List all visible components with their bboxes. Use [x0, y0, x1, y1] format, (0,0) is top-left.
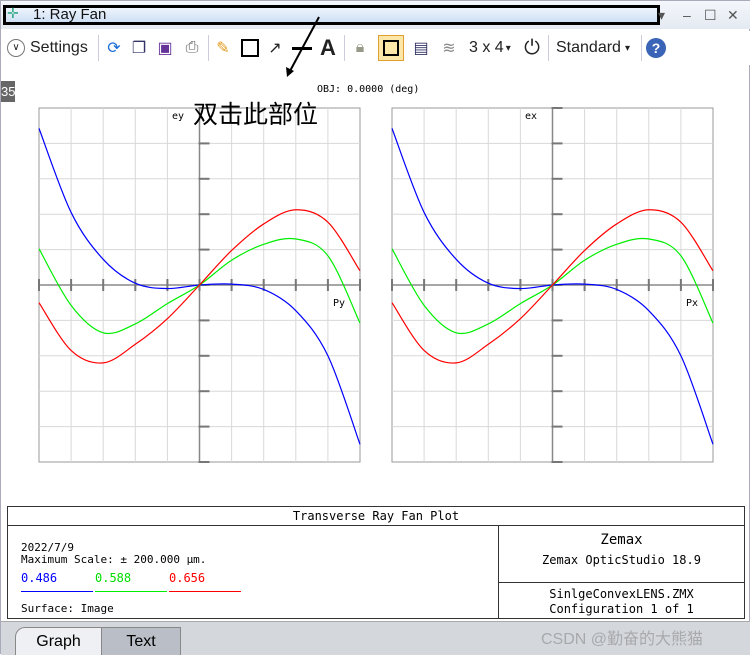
- wavelength-3: 0.656: [169, 571, 241, 592]
- annotation-arrow: [286, 16, 320, 77]
- wavelength-2: 0.588: [95, 571, 167, 592]
- max-scale: Maximum Scale: ± 200.000 µm.: [21, 553, 207, 566]
- ey-axis-label: ey: [172, 111, 185, 122]
- px-axis-label: Px: [686, 298, 699, 309]
- company: Zemax: [600, 532, 643, 548]
- plot-title: Transverse Ray Fan Plot: [8, 507, 744, 526]
- info-panel: Transverse Ray Fan Plot 2022/7/9 Maximum…: [7, 506, 745, 619]
- tab-graph[interactable]: Graph: [15, 627, 102, 655]
- tab-text[interactable]: Text: [101, 627, 181, 655]
- file-name: SinlgeConvexLENS.ZMX: [549, 587, 694, 601]
- ray-fan-window: ✛ 1: Ray Fan ▾ – ☐ ✕ ∨ Settings ⟳ ❐ ▣ ⎙ …: [0, 0, 750, 655]
- py-axis-label: Py: [333, 298, 346, 309]
- surface: Surface: Image: [21, 602, 114, 615]
- ex-axis-label: ex: [525, 111, 538, 122]
- wavelength-1: 0.486: [21, 571, 93, 592]
- configuration: Configuration 1 of 1: [549, 602, 694, 616]
- product: Zemax OpticStudio 18.9: [542, 553, 701, 567]
- watermark: CSDN @勤奋的大熊猫: [541, 631, 704, 648]
